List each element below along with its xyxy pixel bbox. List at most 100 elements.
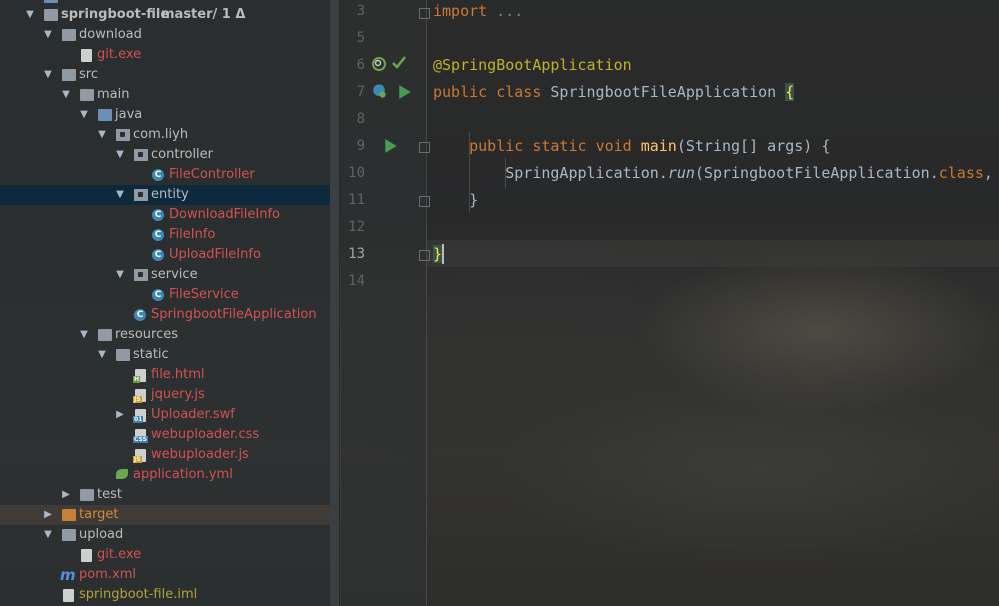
punctuation: , [983,164,993,182]
expand-icon[interactable]: ▼ [96,345,108,365]
tree-label: target [79,507,119,522]
tree-label: file.html [151,367,205,382]
code-line-10[interactable]: SpringApplication.run(SpringbootFileAppl… [433,160,993,187]
folder-icon [62,29,76,41]
spring-app-icon[interactable] [371,83,387,99]
folder-icon [80,489,94,501]
expand-icon[interactable]: ▼ [42,525,54,545]
class-icon [152,245,164,265]
expand-icon[interactable]: ▼ [78,105,90,125]
tree-row-jquery[interactable]: JS jquery.js [0,385,340,405]
package-icon [134,269,148,281]
tree-label: springboot-file.iml [79,587,198,602]
call-args: (SpringbootFileApplication. [694,164,939,182]
expand-icon[interactable]: ▼ [114,265,126,285]
expand-icon[interactable]: ▼ [78,325,90,345]
tree-row-main[interactable]: ▼ main [0,85,340,105]
project-tree-panel[interactable]: ▼ springboot-file master/ 1 Δ ▼ download… [0,0,340,606]
expand-icon[interactable]: ▼ [96,125,108,145]
matched-brace: { [785,83,795,101]
code-line-11[interactable]: } [433,187,478,214]
tree-row-entity[interactable]: ▼ entity [0,185,340,205]
spring-config-icon[interactable] [391,55,407,71]
tree-row-file-html[interactable]: H file.html [0,365,340,385]
tree-row-webuploader-css[interactable]: CSS webuploader.css [0,425,340,445]
folded-imports[interactable]: ... [496,2,523,20]
tree-row-java[interactable]: ▼ java [0,105,340,125]
tree-row-download-git[interactable]: git.exe [0,45,340,65]
collapse-icon[interactable]: ▶ [42,505,54,525]
class-name: SpringbootFileApplication [550,83,777,101]
tree-row-iml[interactable]: springboot-file.iml [0,585,340,605]
tree-row-webuploader-js[interactable]: JS webuploader.js [0,445,340,465]
expand-icon[interactable]: ▼ [60,85,72,105]
run-icon[interactable] [397,84,413,100]
expand-icon[interactable]: ▼ [24,5,36,25]
tree-row-pom[interactable]: m pom.xml [0,565,340,585]
fold-toggle-icon[interactable] [419,142,430,153]
tree-row-file-info[interactable]: FileInfo [0,225,340,245]
code-line-6[interactable]: @SpringBootApplication [433,52,632,79]
folder-icon [62,69,76,81]
run-icon[interactable] [383,138,399,154]
line-number: 9 [356,138,365,154]
tree-row-upload[interactable]: ▼ upload [0,525,340,545]
tree-row-src[interactable]: ▼ src [0,65,340,85]
spring-bean-icon[interactable] [371,56,387,72]
tree-row-clipped [0,0,340,3]
code-line-13[interactable]: } [433,241,443,268]
tree-row-upload-file-info[interactable]: UploadFileInfo [0,245,340,265]
keyword: class [496,83,542,101]
tree-label: jquery.js [151,387,205,402]
tree-row-file-controller[interactable]: FileController [0,165,340,185]
tree-row-static[interactable]: ▼ static [0,345,340,365]
annotation: @SpringBootApplication [433,56,632,74]
tree-row-controller[interactable]: ▼ controller [0,145,340,165]
tree-label: webuploader.css [151,427,260,442]
tree-row-app-class[interactable]: SpringbootFileApplication [0,305,340,325]
tree-label: java [115,107,143,122]
yml-leaf-icon [116,469,128,479]
tree-row-resources[interactable]: ▼ resources [0,325,340,345]
resources-folder-icon [98,329,112,341]
fold-toggle-icon[interactable] [419,250,430,261]
keyword-import: import [433,2,488,20]
gutter-divider [426,0,427,606]
tree-row-service[interactable]: ▼ service [0,265,340,285]
tree-row-download-file-info[interactable]: DownloadFileInfo [0,205,340,225]
tree-row-application-yml[interactable]: application.yml [0,465,340,485]
code-editor[interactable]: 3 5 6 7 8 9 10 11 12 13 14 import ... @S… [341,0,999,606]
tree-row-target[interactable]: ▶ target [0,505,340,525]
code-line-3[interactable]: import ... [433,0,523,25]
tree-row-uploader-swf[interactable]: ▶ 01 Uploader.swf [0,405,340,425]
fold-toggle-icon[interactable] [419,196,430,207]
fold-toggle-icon[interactable] [419,8,430,19]
tree-label: main [97,87,130,102]
tree-row-file-service[interactable]: FileService [0,285,340,305]
tree-row-upload-git[interactable]: git.exe [0,545,340,565]
caret-row-highlight [427,240,999,267]
keyword: public [469,137,524,155]
expand-icon[interactable]: ▼ [114,145,126,165]
tree-label: webuploader.js [151,447,249,462]
code-line-9[interactable]: public static void main(String[] args) { [433,133,830,160]
expand-icon[interactable]: ▼ [42,65,54,85]
tree-row-test[interactable]: ▶ test [0,485,340,505]
tree-row-download[interactable]: ▼ download [0,25,340,45]
tree-label: application.yml [133,467,233,482]
js-file-icon: JS [133,449,146,463]
tree-label: pom.xml [79,567,136,582]
code-line-7[interactable]: public class SpringbootFileApplication { [433,79,795,106]
class-icon [152,225,164,245]
exe-file-icon [81,49,92,62]
line-number: 7 [356,84,365,100]
tree-row-package[interactable]: ▼ com.liyh [0,125,340,145]
tree-label: FileInfo [169,227,216,242]
tree-row-root[interactable]: ▼ springboot-file master/ 1 Δ [0,5,340,25]
collapse-icon[interactable]: ▶ [60,485,72,505]
class-icon [152,165,164,185]
class-icon [152,205,164,225]
collapse-icon[interactable]: ▶ [114,405,126,425]
expand-icon[interactable]: ▼ [114,185,126,205]
expand-icon[interactable]: ▼ [42,25,54,45]
